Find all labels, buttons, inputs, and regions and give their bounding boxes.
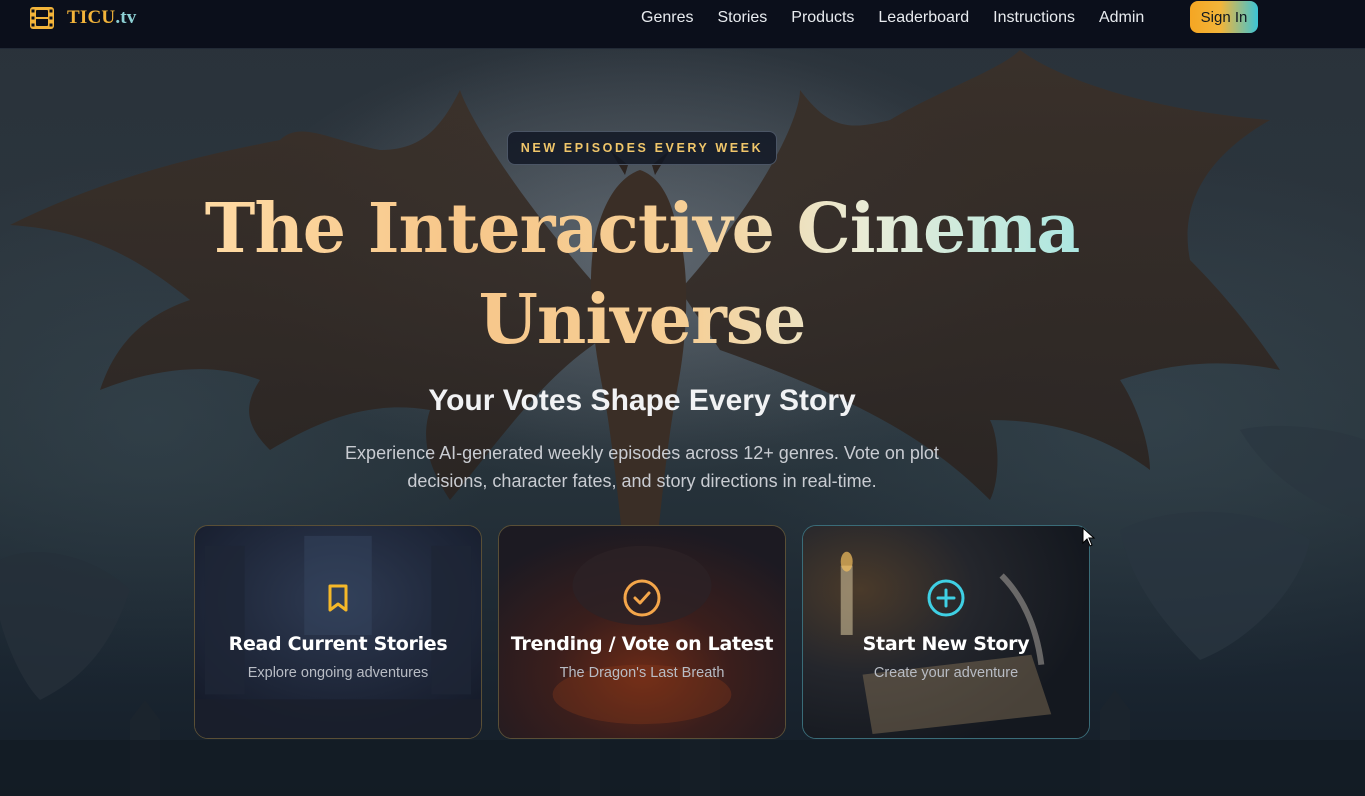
nav-link-leaderboard[interactable]: Leaderboard [878,9,969,27]
nav-links: Genres Stories Products Leaderboard Inst… [641,0,1168,35]
card-title: Trending / Vote on Latest [510,633,774,655]
top-navbar: TICU.tv Genres Stories Products Leaderbo… [0,0,1365,49]
nav-link-genres[interactable]: Genres [641,9,693,27]
brand-name: TICU.tv [67,7,137,28]
bookmark-icon [328,584,348,612]
card-subtitle: The Dragon's Last Breath [559,665,725,681]
plus-circle-icon [927,579,965,617]
hero-title-line1: The Interactive Cinema [204,189,1080,269]
sign-in-button[interactable]: Sign In [1190,1,1258,33]
card-content: Trending / Vote on Latest The Dragon's L… [499,526,785,738]
start-new-story-card[interactable]: Start New Story Create your adventure [802,525,1090,739]
new-episodes-badge: NEW EPISODES EVERY WEEK [507,131,777,165]
nav-link-stories[interactable]: Stories [717,9,767,27]
card-title: Read Current Stories [228,633,448,655]
brand-logo[interactable]: TICU.tv [29,5,137,31]
trending-vote-card[interactable]: Trending / Vote on Latest The Dragon's L… [498,525,786,739]
nav-link-admin[interactable]: Admin [1099,9,1144,27]
nav-link-instructions[interactable]: Instructions [993,9,1075,27]
check-circle-icon [623,579,661,617]
read-current-stories-card[interactable]: Read Current Stories Explore ongoing adv… [194,525,482,739]
hero-description: Experience AI-generated weekly episodes … [345,443,939,491]
nav-link-products[interactable]: Products [791,9,854,27]
card-title: Start New Story [862,633,1030,655]
mouse-cursor-icon [1082,527,1096,547]
hero-title: The Interactive Cinema Universe [182,184,1102,366]
card-content: Start New Story Create your adventure [803,526,1089,738]
card-subtitle: Explore ongoing adventures [247,665,429,681]
film-icon [30,7,54,29]
hero-subtitle: Your Votes Shape Every Story [428,384,856,417]
card-content: Read Current Stories Explore ongoing adv… [195,526,481,738]
hero-title-line2: Universe [478,280,806,360]
card-subtitle: Create your adventure [873,665,1019,681]
